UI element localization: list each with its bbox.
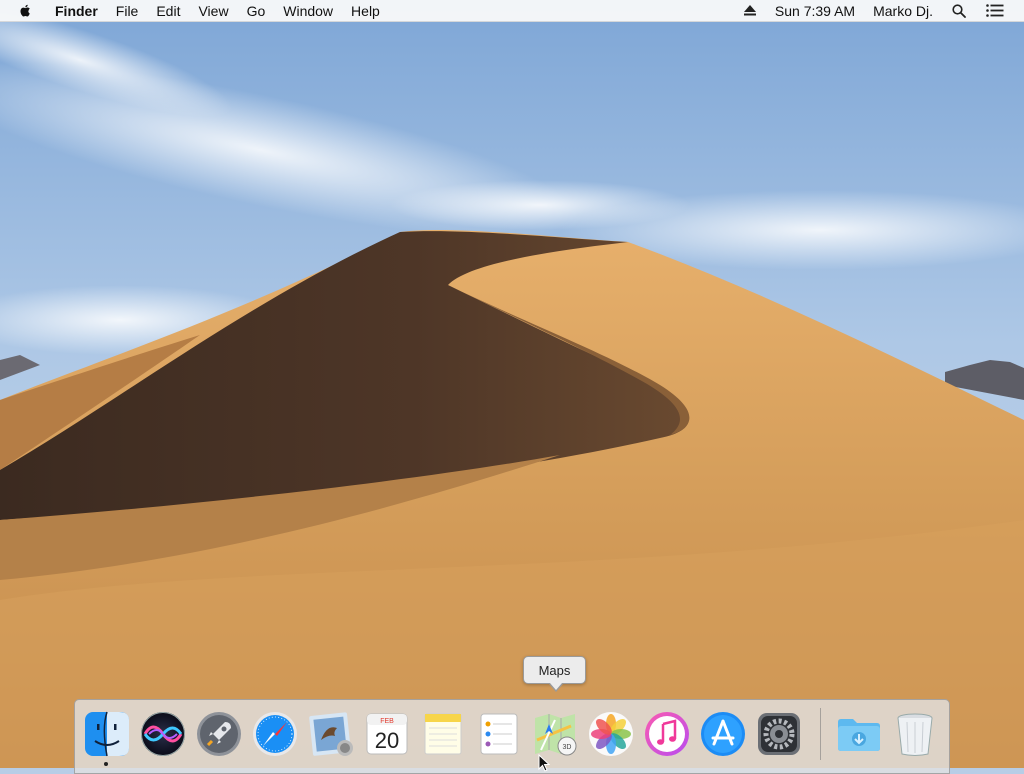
finder-icon[interactable]	[83, 710, 131, 758]
downloads-folder-icon[interactable]	[835, 710, 883, 758]
desktop-wallpaper	[0, 0, 1024, 768]
itunes-icon[interactable]	[643, 710, 691, 758]
reminders-icon[interactable]	[475, 710, 523, 758]
safari-icon[interactable]	[251, 710, 299, 758]
spotlight-search-icon[interactable]	[942, 0, 976, 22]
menubar-clock[interactable]: Sun 7:39 AM	[766, 0, 864, 22]
menubar-user[interactable]: Marko Dj.	[864, 0, 942, 22]
trash-icon[interactable]	[891, 710, 939, 758]
calendar-month: FEB	[380, 718, 394, 725]
photos-icon[interactable]	[587, 710, 635, 758]
launchpad-icon[interactable]	[195, 710, 243, 758]
menu-go[interactable]: Go	[238, 0, 275, 22]
menu-edit[interactable]: Edit	[147, 0, 189, 22]
maps-icon[interactable]: 3D	[531, 710, 579, 758]
app-menu-finder[interactable]: Finder	[46, 0, 107, 22]
calendar-day: 20	[375, 728, 399, 753]
menu-help[interactable]: Help	[342, 0, 389, 22]
menu-view[interactable]: View	[189, 0, 237, 22]
menu-file[interactable]: File	[107, 0, 148, 22]
notes-icon[interactable]	[419, 710, 467, 758]
notification-center-icon[interactable]	[976, 0, 1014, 22]
menu-bar: Finder File Edit View Go Window Help Sun…	[0, 0, 1024, 22]
dock-tooltip: Maps	[523, 656, 586, 692]
system-preferences-icon[interactable]	[755, 710, 803, 758]
finder-running-indicator	[104, 762, 108, 766]
siri-icon[interactable]	[139, 710, 187, 758]
dock-separator	[820, 708, 821, 760]
dock: FEB 20 3D	[74, 699, 950, 774]
menu-window[interactable]: Window	[274, 0, 342, 22]
apple-menu-icon[interactable]	[0, 3, 46, 19]
mouse-cursor	[538, 754, 550, 772]
eject-icon[interactable]	[734, 0, 766, 22]
calendar-icon[interactable]: FEB 20	[363, 710, 411, 758]
app-store-icon[interactable]	[699, 710, 747, 758]
mail-icon[interactable]	[307, 710, 355, 758]
maps-3d-badge: 3D	[563, 744, 572, 751]
